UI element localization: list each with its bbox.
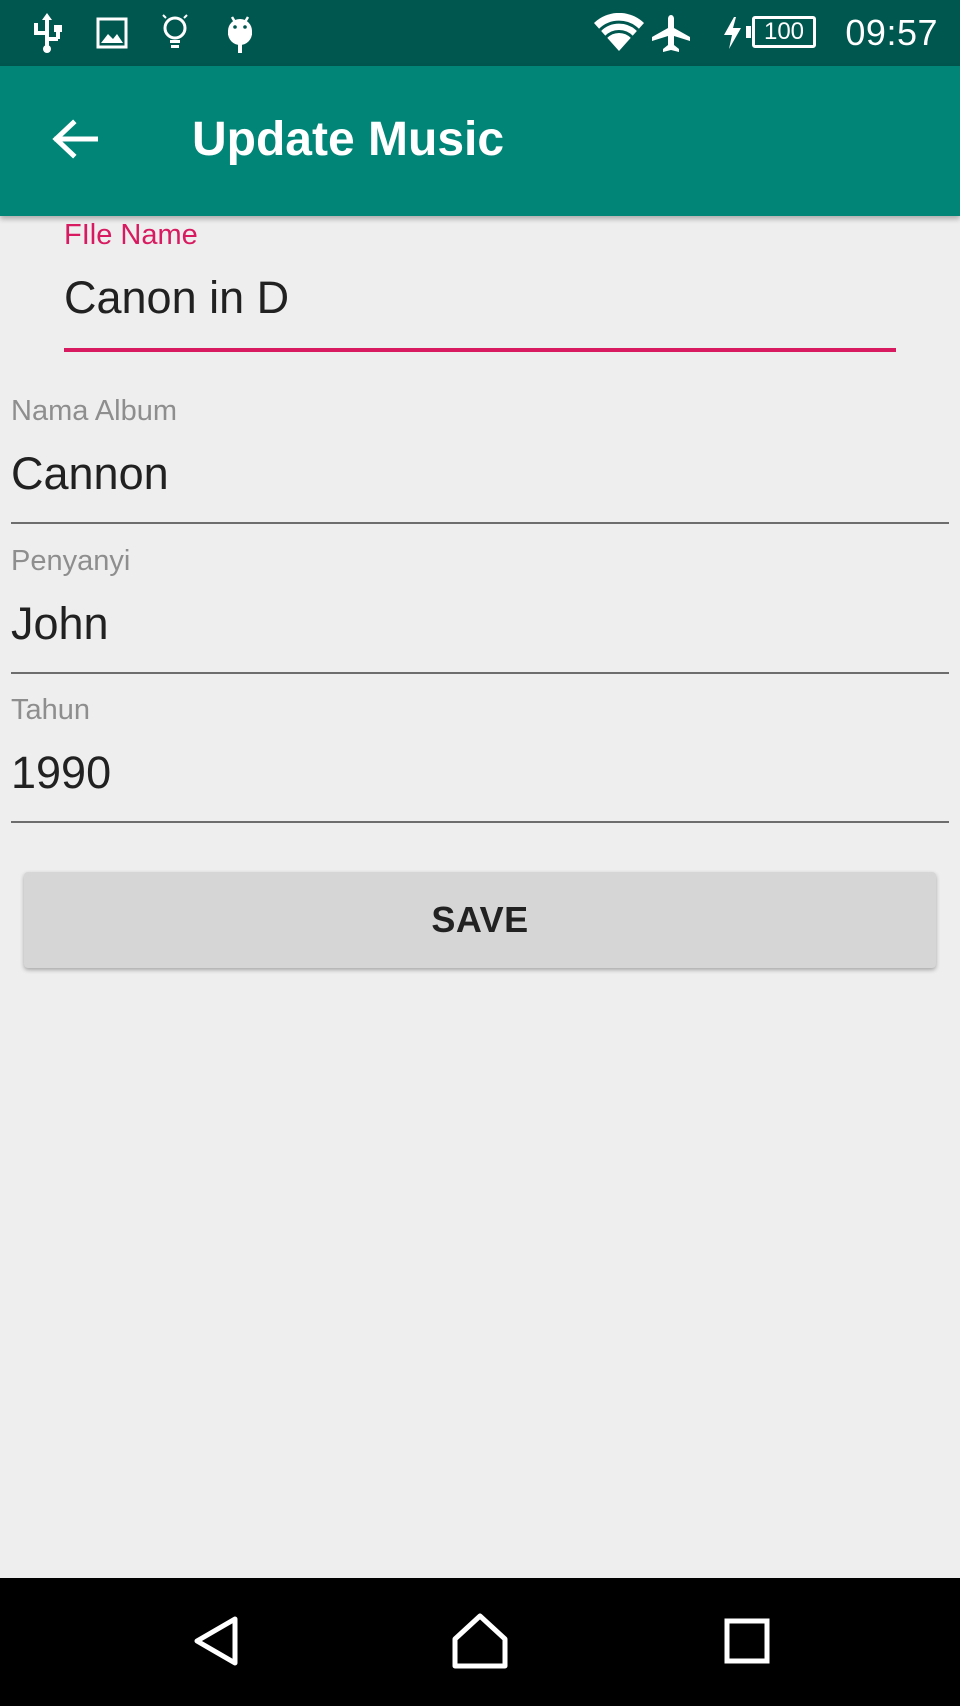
file-name-input[interactable]: Canon in D [64,270,896,326]
year-underline [11,821,949,823]
arrow-back-icon [52,119,99,163]
airplane-icon [650,13,692,53]
clock: 09:57 [845,12,938,53]
charging-icon [720,13,744,53]
navigation-bar [0,1578,960,1706]
year-input[interactable]: 1990 [11,745,949,801]
home-icon [450,1611,510,1675]
year-field[interactable]: Tahun 1990 [11,693,949,823]
usb-icon [32,13,62,53]
back-triangle-icon [187,1613,243,1673]
year-label: Tahun [11,694,91,726]
singer-underline [11,672,949,674]
save-button[interactable]: SAVE [24,872,936,968]
nav-back-button[interactable] [180,1608,250,1678]
file-name-underline [64,348,896,352]
image-icon [96,13,128,53]
wifi-icon [592,13,646,53]
android-icon [224,13,256,53]
back-button[interactable] [40,110,110,172]
app-bar: Update Music [0,66,960,216]
status-bar: 100 09:57 [0,0,960,66]
album-field[interactable]: Nama Album Cannon [11,394,949,524]
album-label: Nama Album [11,395,178,427]
singer-field[interactable]: Penyanyi John [11,544,949,674]
lightbulb-icon [160,13,190,53]
page-title: Update Music [192,113,505,166]
singer-input[interactable]: John [11,596,949,652]
album-input[interactable]: Cannon [11,446,949,502]
file-name-field[interactable]: FIle Name Canon in D [64,218,896,352]
file-name-label: FIle Name [64,219,198,251]
singer-label: Penyanyi [11,545,131,577]
nav-home-button[interactable] [445,1608,515,1678]
recents-icon [722,1616,772,1670]
battery-indicator: 100 [746,16,816,48]
album-underline [11,522,949,524]
nav-recents-button[interactable] [712,1608,782,1678]
